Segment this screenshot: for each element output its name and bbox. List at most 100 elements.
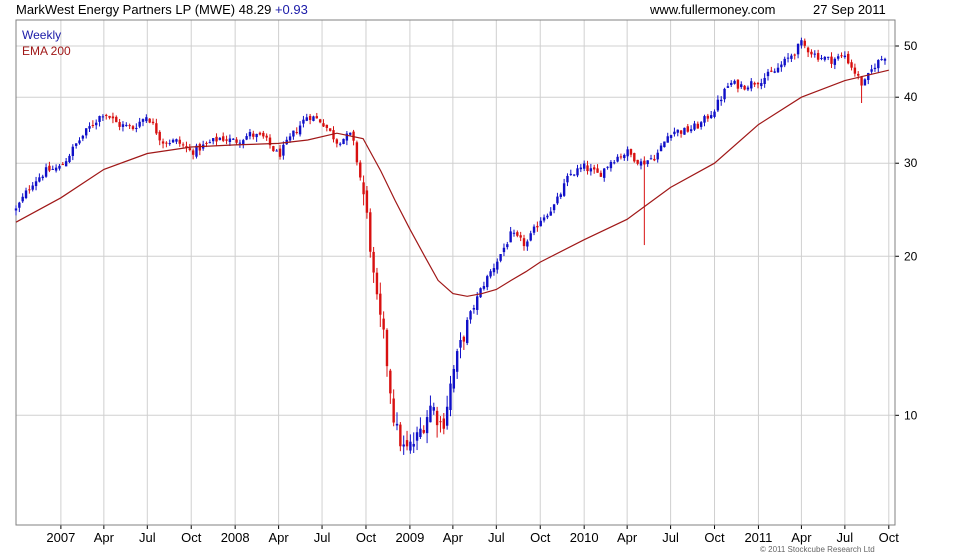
candle-body <box>643 160 646 165</box>
candle-body <box>486 276 489 288</box>
candle-body <box>552 204 556 211</box>
x-tick-label: Jul <box>314 530 331 545</box>
candle-body <box>61 164 64 166</box>
candle-body <box>445 406 449 426</box>
candle-body <box>669 135 673 139</box>
candle-body <box>556 196 559 204</box>
candle-body <box>71 146 75 156</box>
candle-body <box>171 139 175 143</box>
candle-body <box>328 128 332 131</box>
candle-body <box>105 114 108 116</box>
candle-body <box>84 128 88 136</box>
candle-body <box>596 168 599 173</box>
candle-body <box>636 159 639 164</box>
legend-ema: EMA 200 <box>22 44 71 58</box>
candle-body <box>365 190 369 213</box>
candle-body <box>449 383 452 411</box>
candle-body <box>64 161 68 167</box>
candle-body <box>208 142 212 144</box>
x-tick-label: 2008 <box>221 530 250 545</box>
candle-body <box>482 286 486 289</box>
x-tick-label: 2011 <box>744 530 772 545</box>
copyright-credit: © 2011 Stockcube Research Ltd <box>760 545 875 554</box>
y-tick-label: 20 <box>904 249 918 263</box>
candle-body <box>58 165 61 169</box>
candle-body <box>399 424 402 447</box>
candle-body <box>850 62 853 68</box>
candle-body <box>24 190 28 199</box>
candle-body <box>649 158 653 160</box>
candle-body <box>582 163 586 169</box>
candle-body <box>145 117 148 122</box>
candle-body <box>763 77 766 85</box>
candle-body <box>603 168 606 178</box>
candle-body <box>282 144 285 156</box>
x-tick-label: Jul <box>488 530 505 545</box>
candle-body <box>756 83 760 85</box>
candle-body <box>131 126 135 130</box>
candle-body <box>526 241 529 247</box>
candle-body <box>810 51 813 55</box>
candle-body <box>750 81 753 89</box>
candle-body <box>295 132 298 134</box>
candle-body <box>542 217 546 221</box>
candle-body <box>298 125 302 135</box>
candle-body <box>158 131 161 141</box>
candle-body <box>379 293 382 315</box>
candle-body <box>151 121 155 124</box>
candle-body <box>770 70 773 72</box>
candle-body <box>806 47 810 53</box>
candle-body <box>68 155 71 163</box>
candle-body <box>496 261 499 270</box>
candle-body <box>623 154 626 159</box>
candle-body <box>730 82 733 85</box>
candle-body <box>659 145 663 152</box>
candle-body <box>288 136 292 141</box>
candle-body <box>359 162 362 178</box>
candle-body <box>512 232 516 234</box>
candle-body <box>576 168 579 176</box>
candle-body <box>111 116 115 119</box>
candle-body <box>385 329 389 367</box>
candle-body <box>342 138 345 145</box>
candle-body <box>18 202 21 208</box>
candle-body <box>720 99 723 102</box>
candle-body <box>262 132 265 137</box>
candle-body <box>48 165 51 171</box>
candle-body <box>175 139 178 142</box>
candle-body <box>803 40 806 46</box>
candle-body <box>455 351 459 372</box>
candle-body <box>499 254 502 261</box>
candle-body <box>836 56 840 59</box>
x-tick-label: 2009 <box>395 530 424 545</box>
candle-body <box>252 133 255 137</box>
candle-body <box>860 76 863 86</box>
candle-body <box>78 140 81 144</box>
candle-body <box>783 58 786 66</box>
x-tick-label: Jul <box>139 530 156 545</box>
candle-body <box>432 407 435 411</box>
candle-body <box>228 138 232 142</box>
candle-body <box>101 116 105 118</box>
candle-body <box>572 174 576 176</box>
candle-body <box>305 117 308 121</box>
candle-body <box>248 132 252 137</box>
candle-body <box>242 140 245 145</box>
candle-body <box>41 176 44 179</box>
candle-body <box>843 55 847 58</box>
candle-body <box>633 153 636 162</box>
candle-body <box>559 194 562 198</box>
candle-body <box>255 133 258 138</box>
candle-body <box>873 67 877 70</box>
candle-body <box>479 288 482 298</box>
plot-frame <box>15 19 896 526</box>
x-tick-label: Oct <box>356 530 377 545</box>
candle-body <box>115 116 118 123</box>
candle-body <box>616 156 619 162</box>
x-tick-label: Apr <box>617 530 638 545</box>
candle-body <box>877 60 880 69</box>
candle-body <box>31 185 34 190</box>
candle-body <box>562 183 566 196</box>
candle-body <box>225 139 228 141</box>
candle-body <box>245 136 248 140</box>
